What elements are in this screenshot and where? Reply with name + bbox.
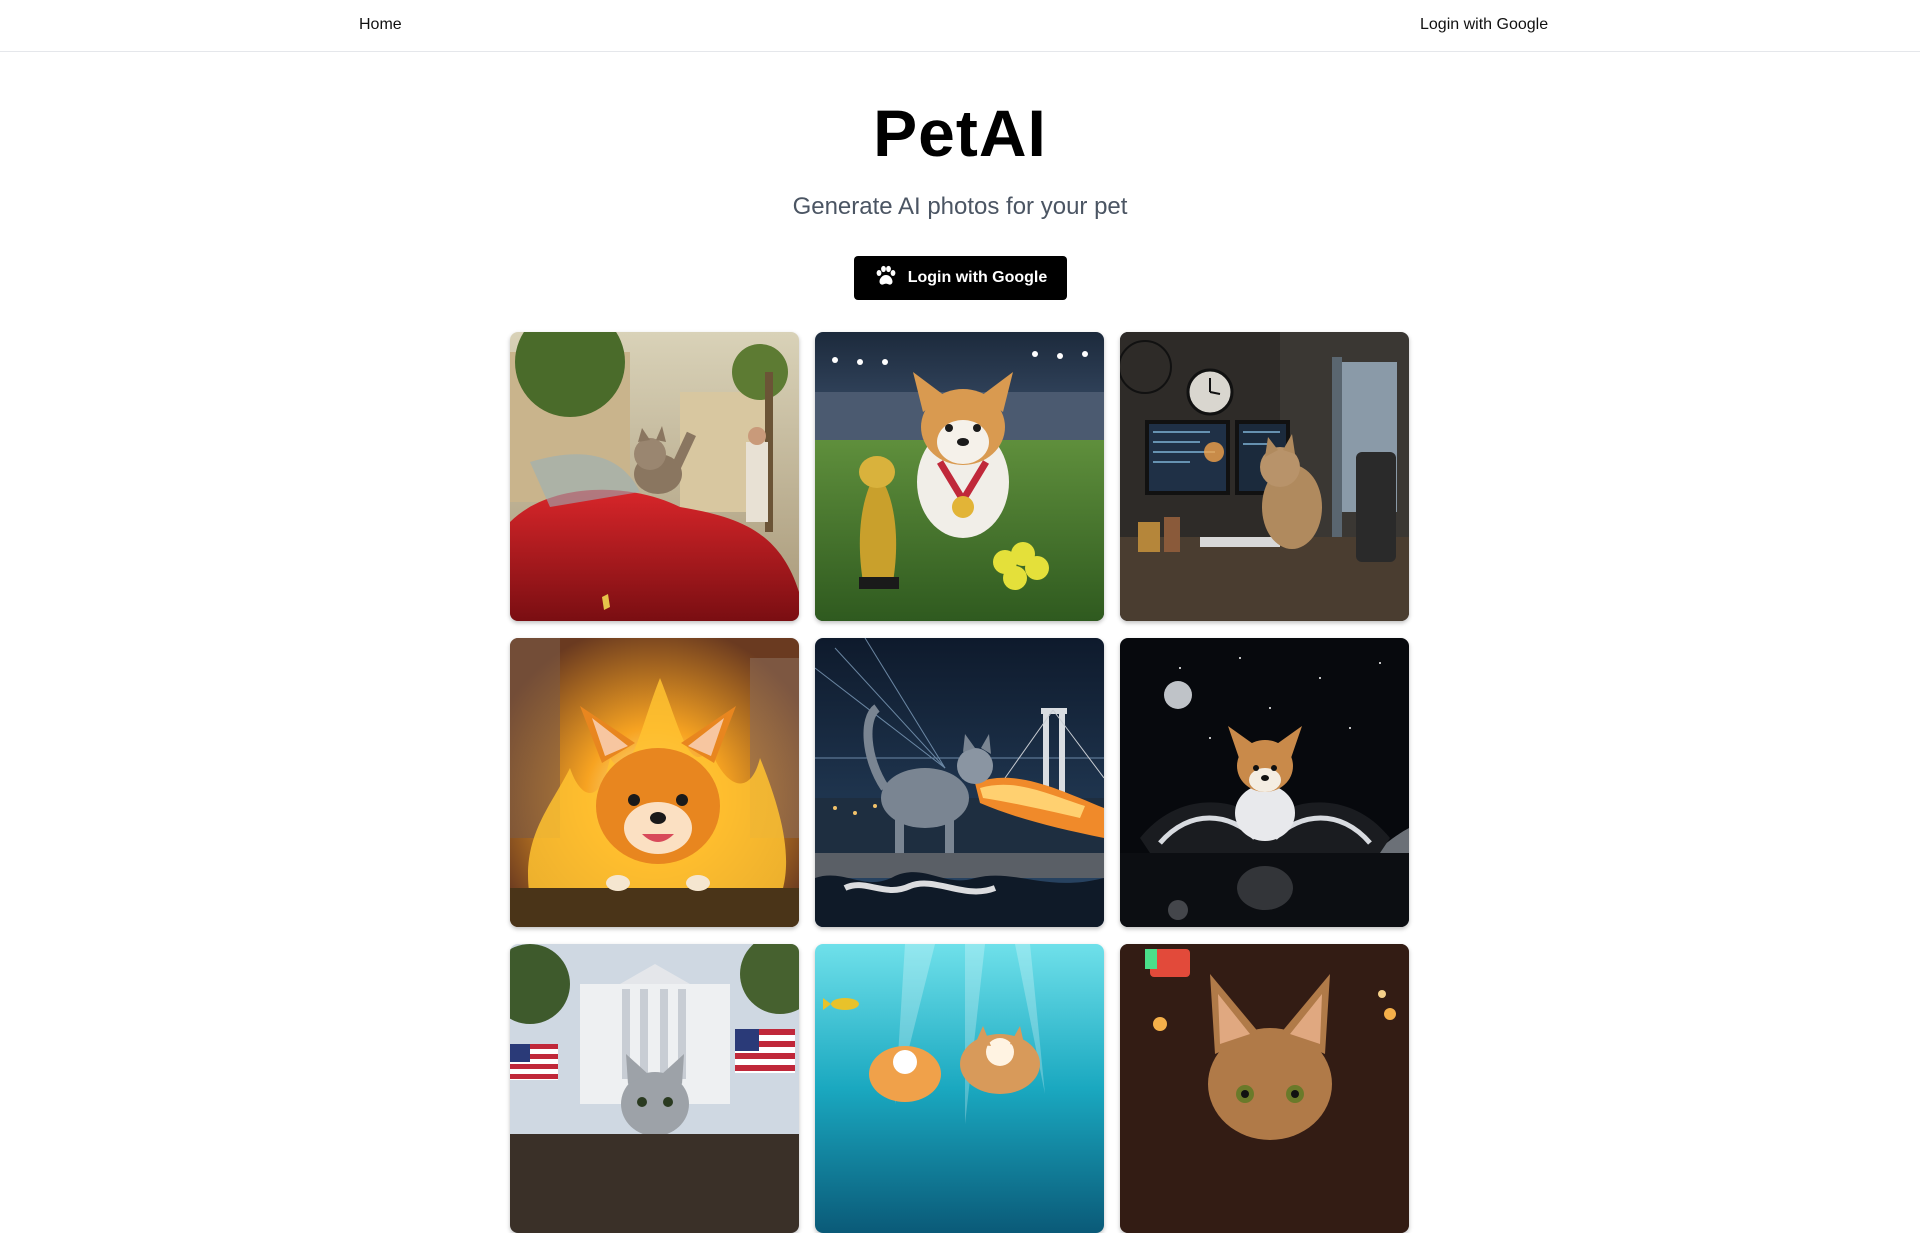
gallery-image-cat-white-house[interactable] — [510, 944, 799, 1233]
page-subtitle: Generate AI photos for your pet — [792, 193, 1128, 220]
gallery-image-cat-neon-bar[interactable] — [1120, 944, 1409, 1233]
gallery-image-corgi-trophy[interactable] — [815, 332, 1104, 621]
paw-icon — [874, 265, 898, 292]
top-navigation: Home Login with Google — [0, 0, 1920, 52]
login-with-google-button[interactable]: Login with Google — [854, 256, 1067, 300]
gallery-image-pets-underwater[interactable] — [815, 944, 1104, 1233]
nav-login-link[interactable]: Login with Google — [1420, 16, 1548, 34]
pet-photo-gallery — [510, 332, 1411, 1233]
gallery-image-corgi-fire[interactable] — [510, 638, 799, 927]
gallery-image-cat-convertible[interactable] — [510, 332, 799, 621]
gallery-image-cat-computer[interactable] — [1120, 332, 1409, 621]
page-title: PetAI — [873, 96, 1047, 170]
gallery-image-corgi-space[interactable] — [1120, 638, 1409, 927]
login-with-google-label: Login with Google — [907, 269, 1048, 286]
gallery-image-cat-fire-bridge[interactable] — [815, 638, 1104, 927]
nav-home-link[interactable]: Home — [359, 16, 402, 34]
